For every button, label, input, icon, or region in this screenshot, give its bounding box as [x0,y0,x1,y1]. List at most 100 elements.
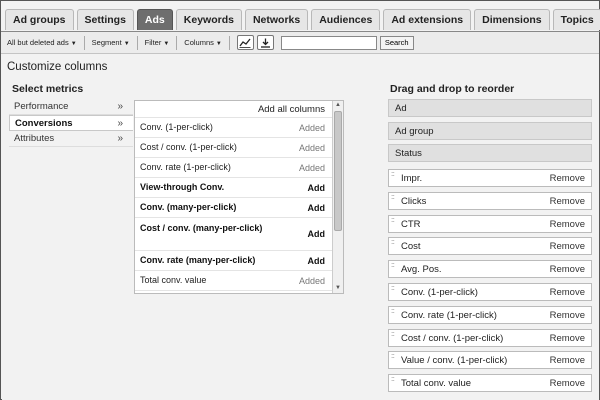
chevron-down-icon: ▼ [215,41,222,47]
filter-dropdown[interactable]: Filter ▼ [145,38,170,47]
metric-add-button[interactable]: Add [308,256,326,266]
metric-name: Total conv. value [140,275,207,285]
selected-column-row[interactable]: ::: Clicks Remove [388,191,592,210]
tab-audiences[interactable]: Audiences [311,9,381,30]
status-filter-dropdown[interactable]: All but deleted ads ▼ [7,38,77,47]
columns-dropdown[interactable]: Columns ▼ [184,38,222,47]
line-chart-icon [239,38,251,48]
category-performance[interactable]: Performance » [9,99,133,115]
metric-list: Conv. (1-per-click) Added Cost / conv. (… [135,118,333,291]
metric-name: Conv. (1-per-click) [140,122,213,132]
drag-handle-icon[interactable]: ::: [391,217,397,230]
selected-column-row[interactable]: ::: Conv. rate (1-per-click) Remove [388,305,592,324]
remove-column-link[interactable]: Remove [550,196,585,207]
toolbar: All but deleted ads ▼ Segment ▼ Filter ▼ Co… [1,32,599,54]
selected-column-row[interactable]: ::: Value / conv. (1-per-click) Remove [388,351,592,370]
metric-name: Conv. rate (1-per-click) [140,162,231,172]
columns-label: Columns [184,38,214,47]
selected-column-row[interactable]: ::: CTR Remove [388,214,592,233]
selected-column-row[interactable]: ::: Cost Remove [388,237,592,256]
tab-networks[interactable]: Networks [244,9,309,30]
metric-add-button[interactable]: Add [308,183,326,193]
chevron-down-icon: ▼ [123,41,130,47]
tab-settings[interactable]: Settings [76,9,134,30]
selected-column-row[interactable]: ::: Conv. (1-per-click) Remove [388,282,592,301]
column-name: CTR [401,218,421,230]
drag-handle-icon[interactable]: ::: [391,376,397,389]
metric-row: Total conv. value Added [135,271,333,291]
drag-handle-icon[interactable]: ::: [391,331,397,344]
filter-label: Filter [144,38,162,47]
selected-column-row[interactable]: ::: Avg. Pos. Remove [388,260,592,279]
chevron-down-icon: ▼ [70,41,77,47]
metric-row: Cost / conv. (many-per-click) Add [135,218,333,251]
drag-handle-icon[interactable]: ::: [391,194,397,207]
scroll-thumb[interactable] [334,111,342,231]
metric-name: Conv. rate (many-per-click) [140,255,256,265]
tab-topics[interactable]: Topics [552,9,600,30]
metric-name: View-through Conv. [140,182,225,192]
remove-column-link[interactable]: Remove [550,241,585,252]
scroll-up-arrow-icon[interactable]: ▲ [333,101,343,110]
tab-dimensions[interactable]: Dimensions [474,9,550,30]
selected-columns-list: ::: Impr. Remove ::: Clicks Remove ::: C… [388,169,592,397]
metric-row: Conv. rate (1-per-click) Added [135,158,333,178]
remove-column-link[interactable]: Remove [550,264,585,275]
page-title: Customize columns [7,61,108,73]
metric-add-button[interactable]: Add [308,203,326,213]
scroll-down-arrow-icon[interactable]: ▼ [333,284,343,293]
tab-bar: Ad groups Settings Ads Keywords Networks… [5,9,600,31]
tab-keywords[interactable]: Keywords [175,9,242,30]
drag-handle-icon[interactable]: ::: [391,285,397,298]
category-attributes[interactable]: Attributes » [9,131,133,147]
drag-handle-icon[interactable]: ::: [391,239,397,252]
remove-column-link[interactable]: Remove [550,173,585,184]
remove-column-link[interactable]: Remove [550,310,585,321]
metric-added-label: Added [298,143,325,153]
category-conversions[interactable]: Conversions » [9,115,133,131]
metric-row: Conv. (1-per-click) Added [135,118,333,138]
remove-column-link[interactable]: Remove [550,333,585,344]
metric-list-scrollbar[interactable]: ▲ ▼ [332,101,343,293]
column-name: Clicks [401,195,427,207]
metric-added-label: Added [298,276,325,286]
tab-ad-groups[interactable]: Ad groups [5,9,74,30]
selected-column-row[interactable]: ::: Impr. Remove [388,169,592,187]
remove-column-link[interactable]: Remove [550,355,585,366]
metric-name: Cost / conv. (1-per-click) [140,142,237,152]
segment-label: Segment [91,38,122,47]
chart-button[interactable] [236,35,254,50]
tab-ads[interactable]: Ads [136,9,173,30]
download-icon [260,38,270,48]
search-button[interactable]: Search [379,35,414,50]
tab-ad-extensions[interactable]: Ad extensions [383,9,472,30]
column-name: Impr. [401,173,423,184]
drag-handle-icon[interactable]: ::: [391,308,397,321]
drag-handle-icon[interactable]: ::: [391,171,397,184]
add-all-columns-link[interactable]: Add all columns [135,101,333,118]
column-name: Conv. rate (1-per-click) [401,309,497,321]
download-button[interactable] [256,35,274,50]
customize-columns-panel: Customize columns Select metrics Perform… [2,55,599,400]
drag-handle-icon[interactable]: ::: [391,262,397,275]
fixed-column-status: Status [388,144,592,162]
metric-added-label: Added [298,123,325,133]
metric-add-button[interactable]: Add [308,229,326,239]
toolbar-divider [228,35,230,50]
selected-column-row[interactable]: ::: Cost / conv. (1-per-click) Remove [388,328,592,347]
drag-handle-icon[interactable]: ::: [391,353,397,366]
column-name: Total conv. value [401,378,472,390]
metric-list-panel: Add all columns Conv. (1-per-click) Adde… [134,100,344,294]
remove-column-link[interactable]: Remove [550,287,585,298]
remove-column-link[interactable]: Remove [550,219,585,230]
metric-name: Conv. (many-per-click) [140,202,237,212]
status-filter-label: All but deleted ads [7,38,69,47]
remove-column-link[interactable]: Remove [550,378,585,389]
metric-row: Conv. (many-per-click) Add [135,198,333,218]
adwords-window: Ad groups Settings Ads Keywords Networks… [0,0,600,400]
column-name: Cost [401,241,421,253]
search-input[interactable] [280,35,377,50]
segment-dropdown[interactable]: Segment ▼ [92,38,130,47]
selected-column-row[interactable]: ::: Total conv. value Remove [388,374,592,393]
chevron-down-icon: ▼ [163,41,170,47]
